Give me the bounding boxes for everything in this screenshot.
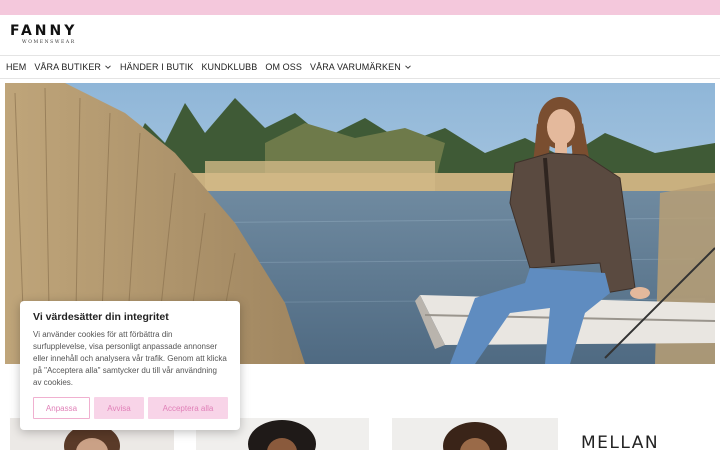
nav-item-vara-varumarken[interactable]: VÅRA VARUMÄRKEN: [310, 62, 412, 72]
brand-logo[interactable]: FANNY WOMENSWEAR: [10, 24, 90, 46]
nav-item-vara-butiker[interactable]: VÅRA BUTIKER: [34, 62, 112, 72]
chevron-down-icon: [405, 65, 411, 69]
brand-tagline: WOMENSWEAR: [22, 40, 76, 45]
main-navigation: HEM VÅRA BUTIKER HÄNDER I BUTIK KUNDKLUB…: [0, 55, 720, 79]
nav-item-label: OM OSS: [265, 62, 302, 72]
cookie-description: Vi använder cookies för att förbättra di…: [33, 330, 227, 387]
product-photo: [443, 422, 507, 450]
chevron-down-icon: [105, 65, 111, 69]
top-promo-bar: [0, 0, 720, 15]
cookie-consent-dialog: Vi värdesätter din integritet Vi använde…: [20, 301, 240, 430]
nav-item-label: HÄNDER I BUTIK: [120, 62, 194, 72]
product-card-image[interactable]: [392, 418, 558, 450]
cookie-title: Vi värdesätter din integritet: [33, 311, 169, 323]
customize-button[interactable]: Anpassa: [33, 397, 90, 419]
nav-item-label: KUNDKLUBB: [201, 62, 258, 72]
accept-all-button[interactable]: Acceptera alla: [148, 397, 228, 419]
nav-item-kundklubb[interactable]: KUNDKLUBB: [201, 62, 257, 72]
nav-item-label: HEM: [6, 62, 27, 72]
nav-item-hander-i-butik[interactable]: HÄNDER I BUTIK: [120, 62, 193, 72]
section-heading: MELLAN: [581, 433, 660, 450]
brand-name: FANNY: [10, 23, 78, 39]
nav-item-om-oss[interactable]: OM OSS: [265, 62, 302, 72]
site-header: FANNY WOMENSWEAR: [0, 15, 720, 55]
reject-button[interactable]: Avvisa: [94, 397, 144, 419]
cookie-actions: Anpassa Avvisa Acceptera alla: [33, 397, 228, 419]
nav-item-label: VÅRA BUTIKER: [34, 62, 102, 72]
nav-item-hem[interactable]: HEM: [6, 62, 26, 72]
nav-item-label: VÅRA VARUMÄRKEN: [309, 62, 401, 72]
